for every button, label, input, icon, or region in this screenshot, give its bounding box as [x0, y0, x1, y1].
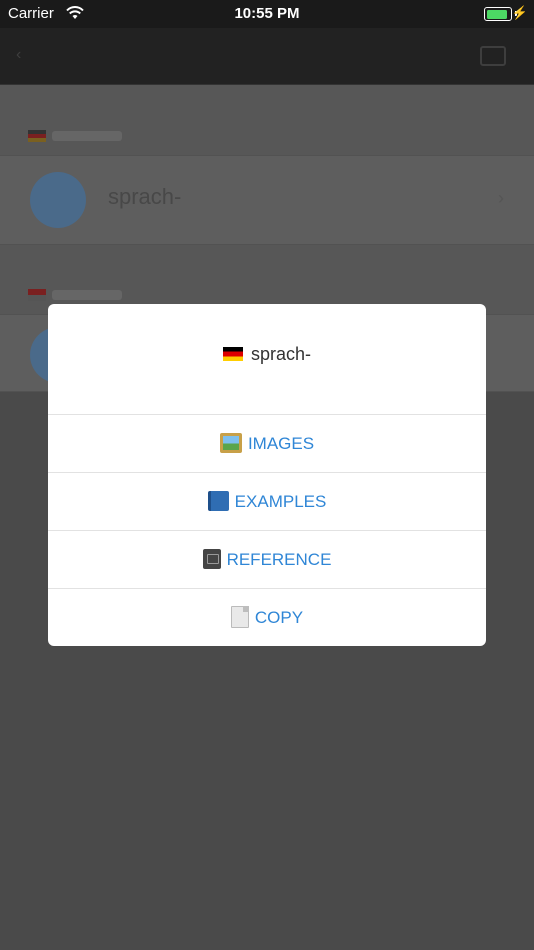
german-flag-icon	[222, 346, 243, 361]
images-label: IMAGES	[247, 434, 315, 453]
page-icon	[230, 606, 249, 629]
charging-bolt-icon: ⚡	[511, 5, 528, 20]
examples-label: EXAMPLES	[234, 492, 327, 511]
images-button[interactable]: IMAGES	[48, 415, 486, 473]
background-section-label-2	[52, 290, 122, 300]
battery-fill	[486, 9, 507, 19]
popup-title: sprach-	[250, 344, 312, 364]
background-flag-icon	[28, 289, 46, 301]
background-word-row: sprach- ›	[0, 155, 534, 245]
battery-icon	[484, 7, 512, 21]
reference-label: REFERENCE	[226, 550, 332, 569]
status-bar: Carrier 10:55 PM ⚡	[0, 0, 534, 28]
copy-label: COPY	[254, 608, 304, 627]
background-chevron-icon: ›	[498, 188, 504, 208]
background-navbar: ‹	[0, 28, 534, 85]
background-back-icon: ‹	[16, 46, 22, 63]
background-word: sprach-	[108, 184, 182, 209]
copy-button[interactable]: COPY	[48, 589, 486, 646]
ledger-icon	[202, 549, 221, 570]
background-audio-icon	[30, 172, 86, 228]
reference-button[interactable]: REFERENCE	[48, 531, 486, 589]
background-action-icon	[480, 46, 506, 66]
clock: 10:55 PM	[234, 5, 300, 22]
blue-book-icon	[207, 491, 229, 512]
background-section-label	[52, 131, 122, 141]
examples-button[interactable]: EXAMPLES	[48, 473, 486, 531]
framed-picture-icon	[219, 433, 242, 454]
word-action-popup: sprach- IMAGES EXAMPLES REFERENCE COPY	[48, 304, 486, 646]
background-german-flag-icon	[28, 130, 46, 142]
popup-header: sprach-	[48, 304, 486, 415]
